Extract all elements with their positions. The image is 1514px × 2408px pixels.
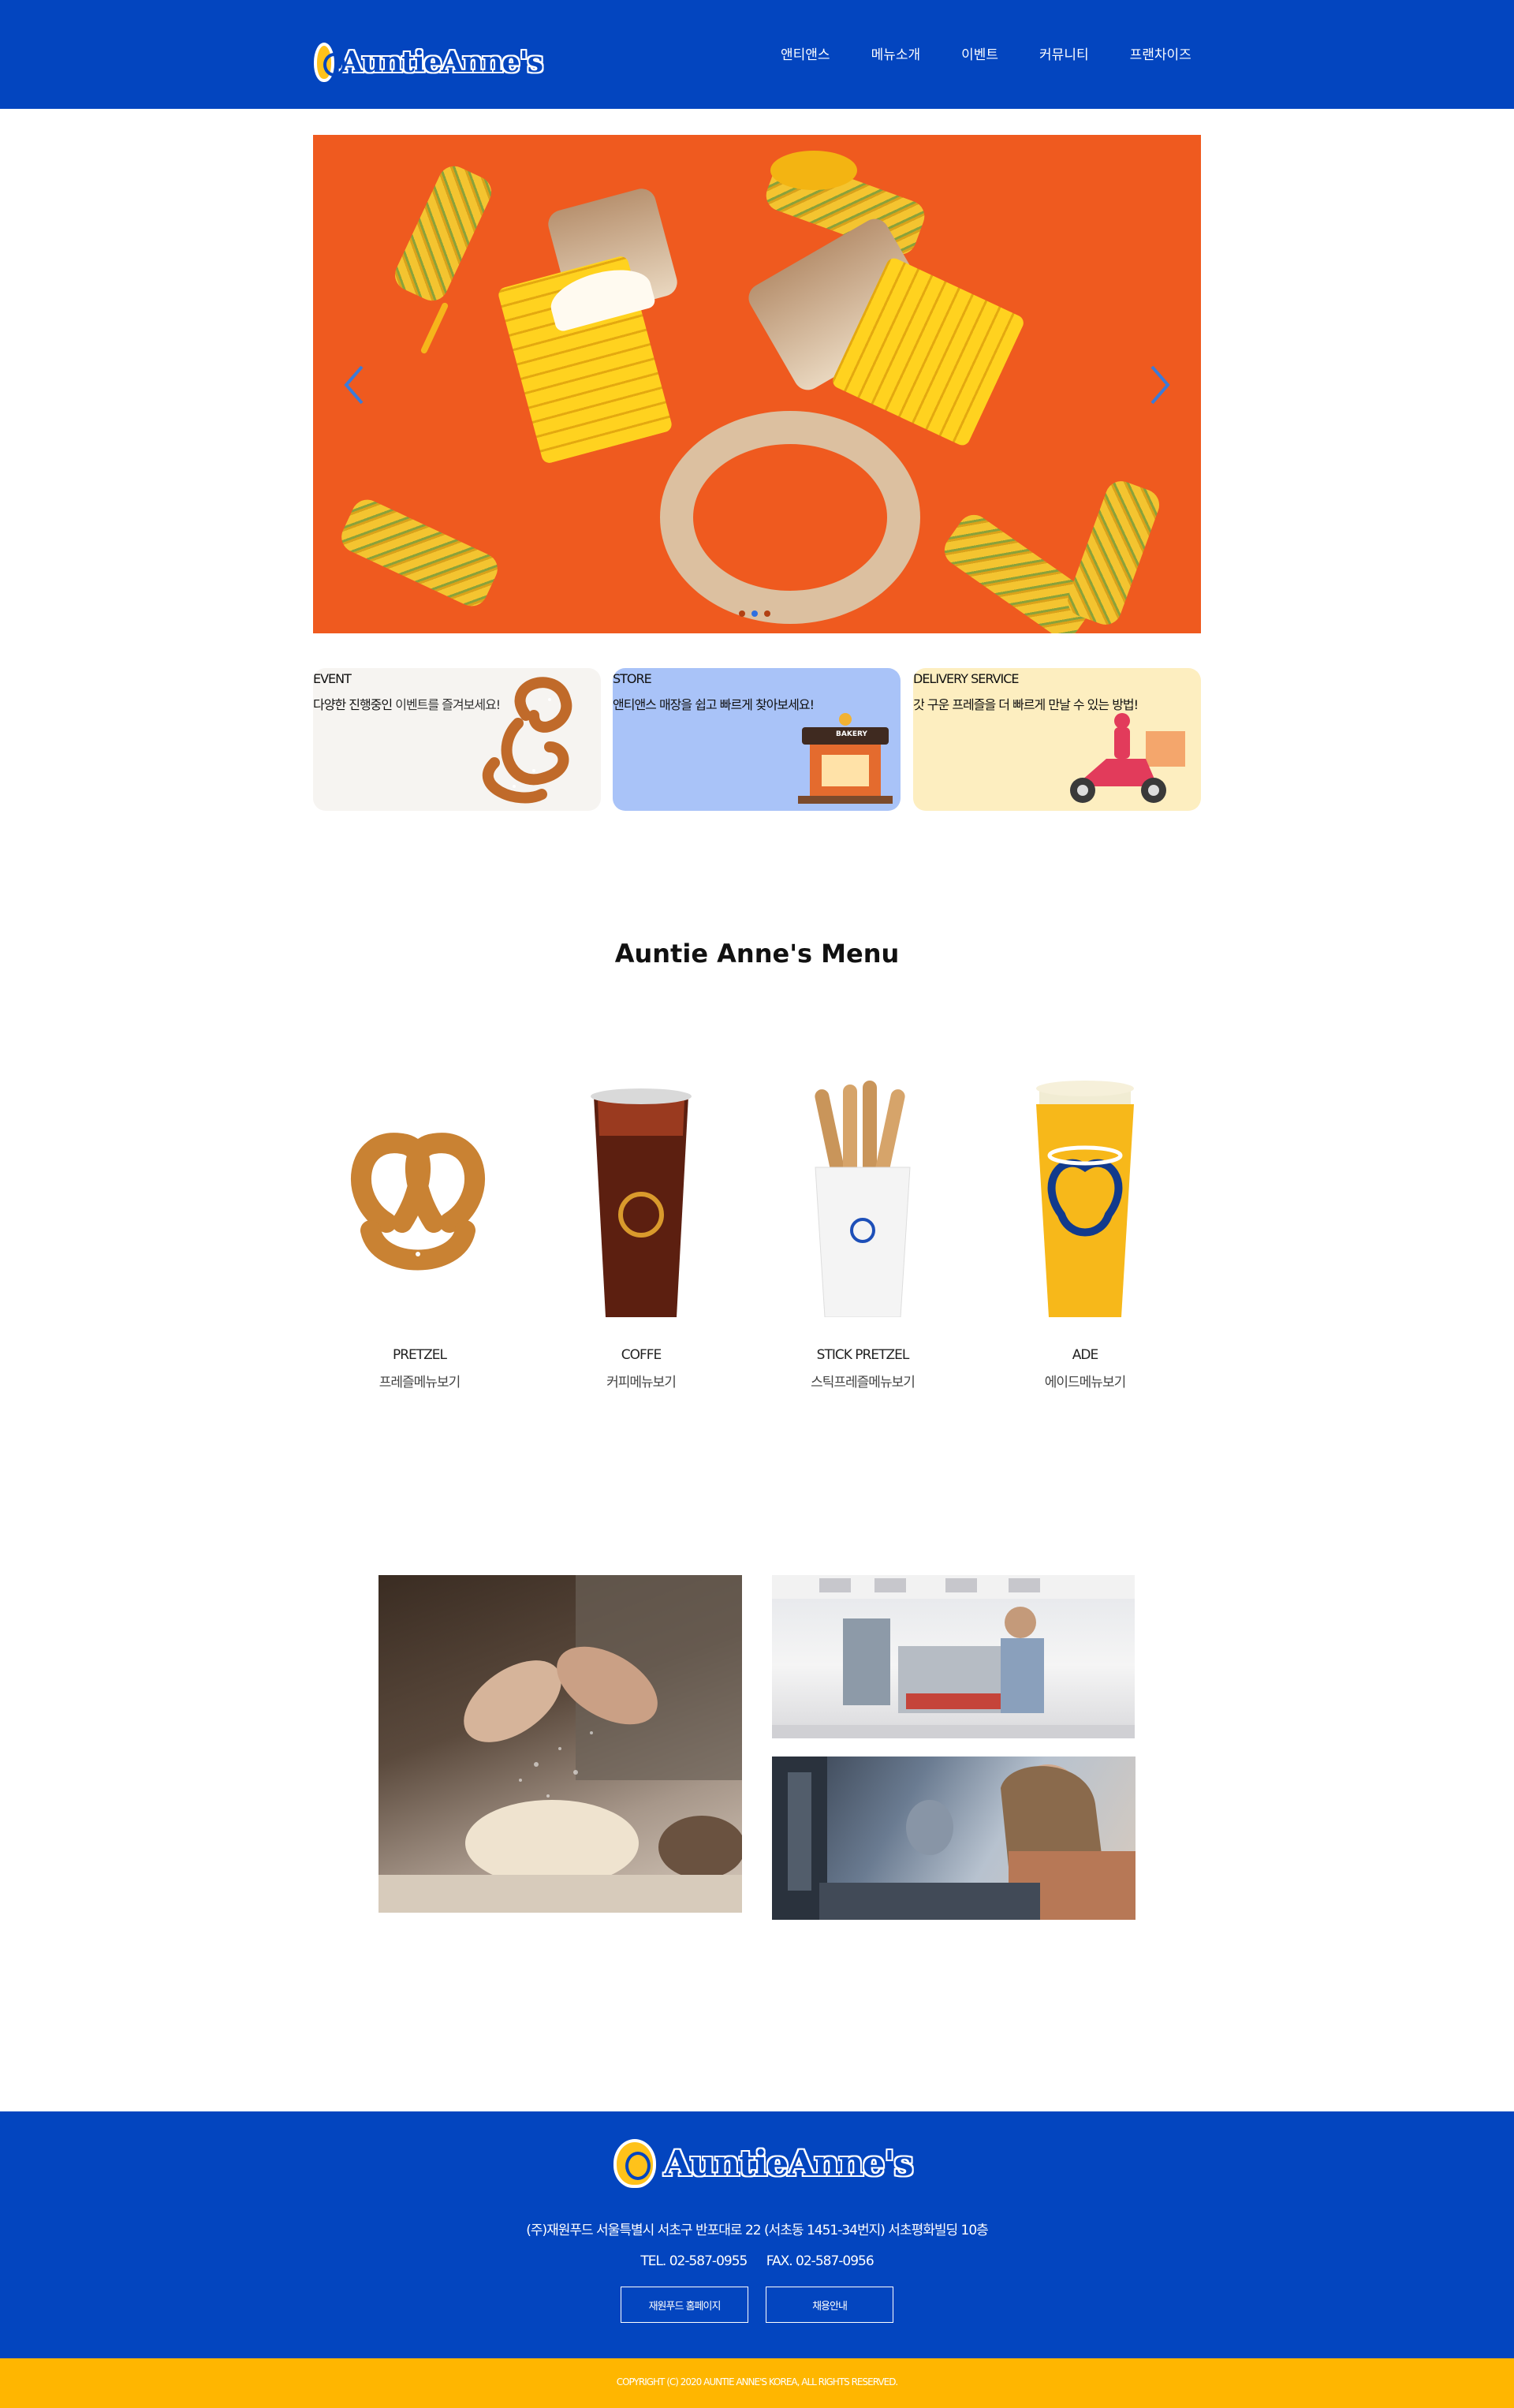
baker-kneading-dough-photo [378,1575,742,1913]
menu-item-link[interactable]: 스틱프레즐메뉴보기 [752,1371,973,1391]
slider-dot[interactable] [764,610,770,617]
stick-pretzel-product-image [815,1081,911,1317]
store-staff-photo [772,1575,1135,1738]
footer-brand-logo[interactable]: AuntieAnne's [613,2138,914,2189]
hero-slider [313,135,1201,633]
menu-item-link[interactable]: 프레즐메뉴보기 [309,1371,530,1391]
company-fax: FAX. 02-587-0956 [766,2253,874,2269]
ade-drink-image [1036,1081,1134,1317]
menu-item-ade[interactable]: ADE 에이드메뉴보기 [975,1073,1195,1396]
pretzel-illustration-icon [482,677,572,804]
pretzel-logo-icon [314,43,346,82]
corn-cob-image [390,161,497,306]
store-card[interactable]: STORE 앤티앤스 매장을 쉽고 빠르게 찾아보세요! BAKERY [613,668,901,811]
nav-item-event[interactable]: 이벤트 [961,43,998,63]
pretzel-logo-icon [613,2139,656,2188]
event-card-title: EVENT [313,671,352,686]
delivery-card-desc: 갓 구운 프레즐을 더 빠르게 만날 수 있는 방법! [913,697,1139,712]
store-card-title: STORE [613,671,652,686]
delivery-card-title: DELIVERY SERVICE [913,671,1020,686]
menu-item-name: ADE [1072,1347,1098,1363]
corn-cob-image [336,495,503,611]
corn-stick-image [420,301,449,355]
next-slide-arrow-icon[interactable] [1147,364,1173,406]
menu-item-name: STICK PRETZEL [816,1347,910,1363]
company-homepage-button[interactable]: 재원푸드 홈페이지 [621,2287,748,2323]
corn-cob-image [1063,476,1164,629]
nav-item-franchise[interactable]: 프랜차이즈 [1130,43,1191,63]
slider-dot[interactable] [739,610,745,617]
menu-item-stick-pretzel[interactable]: STICK PRETZEL 스틱프레즐메뉴보기 [752,1073,973,1396]
recruit-info-button[interactable]: 채용안내 [766,2287,893,2323]
menu-section-title: Auntie Anne's Menu [614,939,900,969]
copyright-text: COPYRIGHT (C) 2020 AUNTIE ANNE'S KOREA, … [616,2376,899,2387]
copyright-bar: COPYRIGHT (C) 2020 AUNTIE ANNE'S KOREA, … [0,2358,1514,2408]
company-address: (주)재원푸드 서울특별시 서초구 반포대로 22 (서초동 1451-34번지… [526,2223,989,2238]
nav-item-menu[interactable]: 메뉴소개 [871,43,921,63]
event-card[interactable]: EVENT 다양한 진행중인 이벤트를 즐겨보세요! [313,668,601,811]
company-contact: TEL. 02-587-0955 FAX. 02-587-0956 [0,2253,1514,2269]
menu-item-link[interactable]: 커피메뉴보기 [531,1371,751,1391]
brand-logo-text: AuntieAnne's [341,46,543,79]
brand-logo[interactable]: AuntieAnne's [314,41,543,84]
menu-item-link[interactable]: 에이드메뉴보기 [975,1371,1195,1391]
bakery-sign-text: BAKERY [836,730,867,738]
site-header: AuntieAnne's 앤티앤스 메뉴소개 이벤트 커뮤니티 프랜차이즈 [0,0,1514,109]
menu-item-pretzel[interactable]: PRETZEL 프레즐메뉴보기 [309,1073,530,1396]
menu-item-coffee[interactable]: COFFE 커피메뉴보기 [531,1073,751,1396]
slider-pagination [739,610,770,617]
bakery-store-icon [798,713,893,804]
main-nav: 앤티앤스 메뉴소개 이벤트 커뮤니티 프랜차이즈 [781,43,1191,63]
menu-item-name: COFFE [621,1347,662,1363]
nav-item-community[interactable]: 커뮤니티 [1039,43,1089,63]
pretzel-image [660,411,920,624]
slider-dot-active[interactable] [751,610,758,617]
store-card-desc: 앤티앤스 매장을 쉽고 빠르게 찾아보세요! [613,697,815,712]
pretzel-product-image [351,1133,485,1271]
company-tel: TEL. 02-587-0955 [640,2253,748,2269]
site-footer: AuntieAnne's (주)재원푸드 서울특별시 서초구 반포대로 22 (… [0,2111,1514,2358]
menu-item-name: PRETZEL [392,1347,447,1363]
sauce-swirl-image [770,151,857,190]
iced-coffee-image [591,1088,692,1317]
nav-item-about[interactable]: 앤티앤스 [781,43,830,63]
call-center-photo [772,1757,1136,1920]
delivery-scooter-icon [1070,713,1185,803]
delivery-card[interactable]: DELIVERY SERVICE 갓 구운 프레즐을 더 빠르게 만날 수 있는… [913,668,1201,811]
prev-slide-arrow-icon[interactable] [341,364,367,406]
footer-brand-logo-text: AuntieAnne's [664,2143,914,2184]
